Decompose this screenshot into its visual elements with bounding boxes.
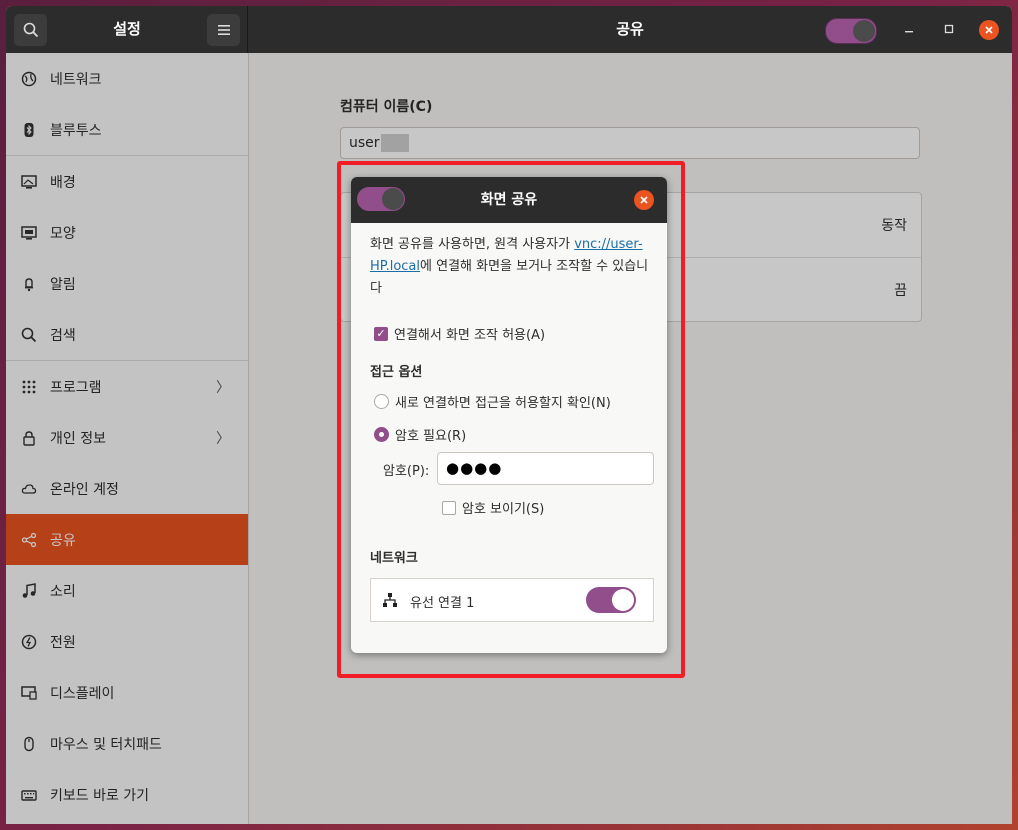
- maximize-icon: [944, 24, 954, 34]
- toggle-knob: [612, 589, 634, 611]
- description-text: 화면 공유를 사용하면, 원격 사용자가: [370, 237, 575, 252]
- radio-password-label: 암호 필요(R): [395, 429, 467, 444]
- sharing-master-toggle[interactable]: [825, 18, 877, 44]
- network-item-label: 유선 연결 1: [410, 596, 475, 611]
- wired-network-icon: [382, 592, 398, 612]
- minimize-icon: [905, 31, 913, 33]
- maximize-button[interactable]: [939, 19, 959, 39]
- menu-button[interactable]: [207, 14, 240, 46]
- show-password-label: 암호 보이기(S): [462, 502, 545, 517]
- page-title: 공유: [616, 20, 644, 38]
- allow-control-label: 연결해서 화면 조작 허용(A): [394, 328, 546, 343]
- hamburger-icon: [217, 25, 230, 35]
- show-password-checkbox[interactable]: [442, 500, 456, 515]
- minimize-button[interactable]: [899, 19, 919, 39]
- close-icon: [640, 196, 648, 204]
- password-input[interactable]: ●●●●: [437, 452, 654, 485]
- dialog-close-button[interactable]: [634, 190, 654, 210]
- allow-control-checkbox-row[interactable]: ✓ 연결해서 화면 조작 허용(A): [374, 324, 545, 343]
- show-password-checkbox-row[interactable]: 암호 보이기(S): [442, 498, 544, 517]
- dialog-title: 화면 공유: [480, 192, 538, 208]
- network-heading: 네트워크: [370, 551, 418, 566]
- radio-confirm-row[interactable]: 새로 연결하면 접근을 허용할지 확인(N): [374, 392, 611, 411]
- screen-sharing-dialog: 화면 공유 화면 공유를 사용하면, 원격 사용자가 vnc://user-HP…: [351, 177, 667, 653]
- allow-control-checkbox[interactable]: ✓: [374, 326, 388, 341]
- dialog-header: 화면 공유: [351, 177, 667, 223]
- header-bar: 설정 공유: [6, 6, 1012, 53]
- radio-password-row[interactable]: 암호 필요(R): [374, 425, 466, 444]
- password-label: 암호(P):: [383, 464, 430, 479]
- access-options-heading: 접근 옵션: [370, 365, 423, 380]
- dialog-description: 화면 공유를 사용하면, 원격 사용자가 vnc://user-HP.local…: [370, 234, 660, 300]
- radio-password[interactable]: [374, 427, 389, 442]
- network-toggle[interactable]: [586, 587, 636, 613]
- toggle-knob: [853, 20, 875, 42]
- close-button[interactable]: [979, 20, 999, 40]
- close-icon: [985, 26, 993, 34]
- radio-confirm[interactable]: [374, 394, 389, 409]
- radio-confirm-label: 새로 연결하면 접근을 허용할지 확인(N): [395, 396, 611, 411]
- network-list-item: 유선 연결 1: [370, 578, 654, 622]
